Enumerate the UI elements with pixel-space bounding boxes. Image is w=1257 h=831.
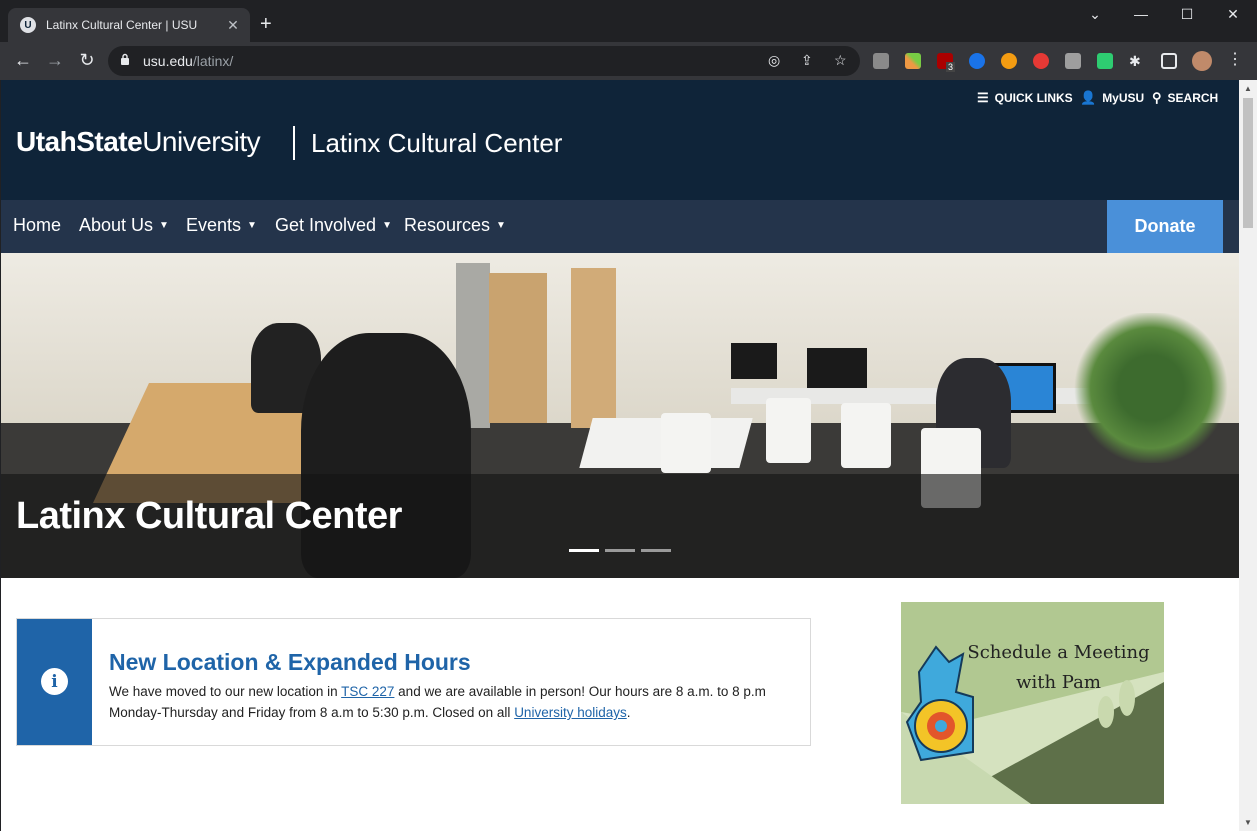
back-icon[interactable]: ← xyxy=(12,50,34,70)
hero-photo-door xyxy=(489,273,547,423)
share-icon[interactable]: ⇪ xyxy=(801,52,813,69)
search-link[interactable]: ⚲ SEARCH xyxy=(1152,90,1218,106)
banner-text: Schedule a Meeting with Pam xyxy=(951,638,1164,698)
scroll-down-icon[interactable]: ▼ xyxy=(1244,818,1252,827)
announcement-card: i New Location & Expanded Hours We have … xyxy=(16,618,811,746)
donate-button[interactable]: Donate xyxy=(1107,200,1223,253)
extension-h-icon[interactable] xyxy=(873,53,889,69)
extension-shield-icon[interactable] xyxy=(1097,53,1113,69)
info-icon: i xyxy=(41,668,68,695)
nav-events-label: Events xyxy=(186,215,242,235)
banner-graphic xyxy=(901,602,1164,804)
new-tab-icon[interactable]: + xyxy=(260,14,272,34)
chevron-down-icon: ▼ xyxy=(247,220,257,231)
extension-sun-icon[interactable] xyxy=(1001,53,1017,69)
web-page: ☰ QUICK LINKS 👤 MyUSU ⚲ SEARCH UtahState… xyxy=(1,80,1239,831)
logo-light-text: University xyxy=(142,126,261,157)
browser-tab[interactable]: U Latinx Cultural Center | USU ✕ xyxy=(8,8,250,42)
tsc-227-link[interactable]: TSC 227 xyxy=(341,684,394,699)
nav-resources[interactable]: Resources ▼ xyxy=(404,215,506,236)
chevron-down-icon: ▼ xyxy=(159,220,169,231)
tab-title: Latinx Cultural Center | USU xyxy=(46,18,198,32)
nav-get-involved-label: Get Involved xyxy=(275,215,377,235)
bookmark-star-icon[interactable]: ☆ xyxy=(834,52,847,69)
quick-links-label: QUICK LINKS xyxy=(994,91,1073,105)
hero-photo-plant xyxy=(1071,313,1231,463)
site-name[interactable]: Latinx Cultural Center xyxy=(311,128,562,159)
schedule-meeting-banner[interactable]: Schedule a Meeting with Pam xyxy=(901,602,1164,804)
page-scrollbar[interactable]: ▲ ▼ xyxy=(1239,80,1257,831)
myusu-link[interactable]: 👤 MyUSU xyxy=(1080,90,1144,106)
quick-links-link[interactable]: ☰ QUICK LINKS xyxy=(977,90,1073,106)
nav-resources-label: Resources xyxy=(404,215,491,235)
hero-photo-monitor xyxy=(731,343,777,379)
side-panel-icon[interactable] xyxy=(1161,53,1177,69)
nav-events[interactable]: Events ▼ xyxy=(186,215,257,236)
url-text: usu.edu/latinx/ xyxy=(143,53,233,69)
close-tab-icon[interactable]: ✕ xyxy=(224,17,242,34)
eye-slash-icon[interactable]: ◎ xyxy=(768,52,780,69)
lock-icon xyxy=(121,53,129,65)
extension-hand-icon[interactable] xyxy=(1065,53,1081,69)
nav-home-label: Home xyxy=(13,215,62,235)
myusu-label: MyUSU xyxy=(1102,91,1145,105)
slide-indicator-3[interactable] xyxy=(641,549,671,552)
hero-photo-chair xyxy=(661,413,711,473)
banner-text-line1: Schedule a Meeting xyxy=(967,642,1150,663)
nav-about-us[interactable]: About Us ▼ xyxy=(79,215,169,236)
tab-search-chevron-icon[interactable]: ⌄ xyxy=(1072,6,1118,23)
address-bar[interactable]: usu.edu/latinx/ ◎ ⇪ ☆ xyxy=(108,46,860,76)
browser-menu-icon[interactable]: ⋮ xyxy=(1224,50,1246,70)
url-host: usu.edu xyxy=(143,53,193,69)
announcement-text-part: . xyxy=(626,705,631,720)
hero-photo-monitor xyxy=(807,348,867,388)
window-close-icon[interactable]: ✕ xyxy=(1210,6,1256,23)
url-path: /latinx/ xyxy=(192,53,234,69)
extension-badge: 3 xyxy=(946,62,956,72)
browser-tab-strip: U Latinx Cultural Center | USU ✕ + ⌄ — ☐… xyxy=(0,0,1257,42)
forward-icon[interactable]: → xyxy=(44,50,66,70)
usu-favicon-icon: U xyxy=(20,17,36,33)
reload-icon[interactable]: ↻ xyxy=(76,50,98,70)
maximize-icon[interactable]: ☐ xyxy=(1164,6,1210,23)
usu-logo[interactable]: UtahStateUniversity xyxy=(16,126,261,158)
hero-slideshow: Latinx Cultural Center xyxy=(1,253,1239,578)
browser-toolbar: ← → ↻ usu.edu/latinx/ ◎ ⇪ ☆ 3 ✱ ⋮ xyxy=(0,42,1257,80)
chevron-down-icon: ▼ xyxy=(382,220,392,231)
hero-title: Latinx Cultural Center xyxy=(16,495,402,537)
announcement-text: We have moved to our new location in TSC… xyxy=(109,681,799,723)
hero-photo-chair xyxy=(841,403,891,468)
logo-bold-text: UtahState xyxy=(16,126,143,157)
university-holidays-link[interactable]: University holidays xyxy=(514,705,627,720)
minimize-icon[interactable]: — xyxy=(1118,6,1164,22)
hero-photo-door xyxy=(571,268,616,428)
user-icon: 👤 xyxy=(1080,90,1097,105)
search-label: SEARCH xyxy=(1167,91,1219,105)
extension-g-icon[interactable] xyxy=(969,53,985,69)
banner-text-line2: with Pam xyxy=(1016,672,1101,693)
nav-home[interactable]: Home xyxy=(13,215,61,236)
search-icon: ⚲ xyxy=(1152,90,1162,105)
logo-divider xyxy=(293,126,295,160)
main-navigation: Home About Us ▼ Events ▼ Get Involved ▼ Res… xyxy=(1,200,1239,253)
announcement-heading: New Location & Expanded Hours xyxy=(109,649,471,675)
nav-get-involved[interactable]: Get Involved ▼ xyxy=(275,215,392,236)
extensions-puzzle-icon[interactable]: ✱ xyxy=(1129,53,1145,69)
scrollbar-thumb[interactable] xyxy=(1243,98,1253,228)
extension-x-icon[interactable] xyxy=(905,53,921,69)
slide-indicator-2[interactable] xyxy=(605,549,635,552)
site-header: ☰ QUICK LINKS 👤 MyUSU ⚲ SEARCH UtahState… xyxy=(1,80,1239,200)
announcement-text-part: We have moved to our new location in xyxy=(109,684,342,699)
profile-avatar[interactable] xyxy=(1192,51,1212,71)
slide-indicator-1[interactable] xyxy=(569,549,599,552)
chevron-down-icon: ▼ xyxy=(496,220,506,231)
list-icon: ☰ xyxy=(977,90,989,105)
hero-photo-chair xyxy=(766,398,811,463)
scroll-up-icon[interactable]: ▲ xyxy=(1244,84,1252,93)
nav-about-us-label: About Us xyxy=(79,215,154,235)
extension-youtube-icon[interactable] xyxy=(1033,53,1049,69)
